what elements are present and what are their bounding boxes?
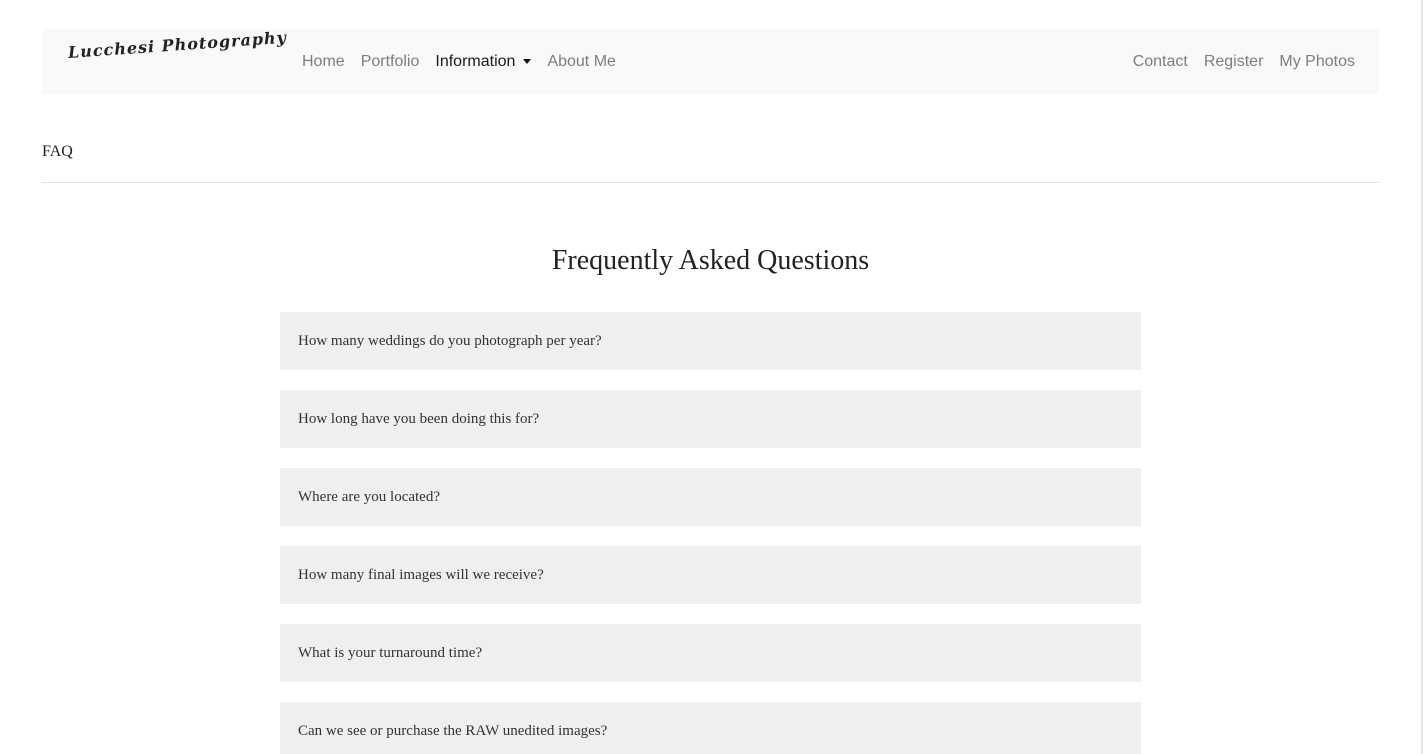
faq-question: Can we see or purchase the RAW unedited … <box>298 722 608 739</box>
nav-item-label: Information <box>435 52 516 70</box>
brand-logo[interactable]: Lucchesi Photography <box>67 28 287 62</box>
faq-list: How many weddings do you photograph per … <box>280 312 1141 754</box>
navbar: Lucchesi Photography Home Portfolio Info… <box>42 28 1379 94</box>
faq-item[interactable]: Where are you located? <box>280 468 1141 526</box>
nav-item-home[interactable]: Home <box>294 53 353 71</box>
faq-question: How many weddings do you photograph per … <box>298 332 602 349</box>
nav-item-label: Home <box>302 52 345 70</box>
nav-item-information-dropdown[interactable]: Information <box>427 53 539 71</box>
nav-item-contact[interactable]: Contact <box>1125 53 1196 71</box>
breadcrumb-current: FAQ <box>42 143 73 160</box>
caret-down-icon <box>523 59 532 64</box>
nav-item-my-photos[interactable]: My Photos <box>1271 53 1363 71</box>
faq-item[interactable]: Can we see or purchase the RAW unedited … <box>280 702 1141 754</box>
faq-question: How many final images will we receive? <box>298 566 544 583</box>
breadcrumb: FAQ <box>42 143 1379 183</box>
faq-item[interactable]: How many final images will we receive? <box>280 546 1141 604</box>
nav-account-menu: Contact Register My Photos <box>1125 29 1363 94</box>
faq-question: How long have you been doing this for? <box>298 410 540 427</box>
page-title: Frequently Asked Questions <box>551 245 870 276</box>
faq-item[interactable]: How many weddings do you photograph per … <box>280 312 1141 370</box>
faq-item[interactable]: What is your turnaround time? <box>280 624 1141 682</box>
nav-main-menu: Home Portfolio Information About Me <box>294 29 624 94</box>
nav-item-register[interactable]: Register <box>1196 53 1272 71</box>
nav-item-label: Contact <box>1132 52 1188 70</box>
faq-question: What is your turnaround time? <box>298 644 483 661</box>
faq-item[interactable]: How long have you been doing this for? <box>280 390 1141 448</box>
nav-item-label: About Me <box>547 52 616 70</box>
nav-item-portfolio[interactable]: Portfolio <box>353 53 428 71</box>
nav-item-label: My Photos <box>1279 52 1355 70</box>
nav-item-label: Register <box>1203 52 1264 70</box>
faq-question: Where are you located? <box>298 488 440 505</box>
nav-item-about-me[interactable]: About Me <box>539 53 623 71</box>
nav-item-label: Portfolio <box>360 52 420 70</box>
